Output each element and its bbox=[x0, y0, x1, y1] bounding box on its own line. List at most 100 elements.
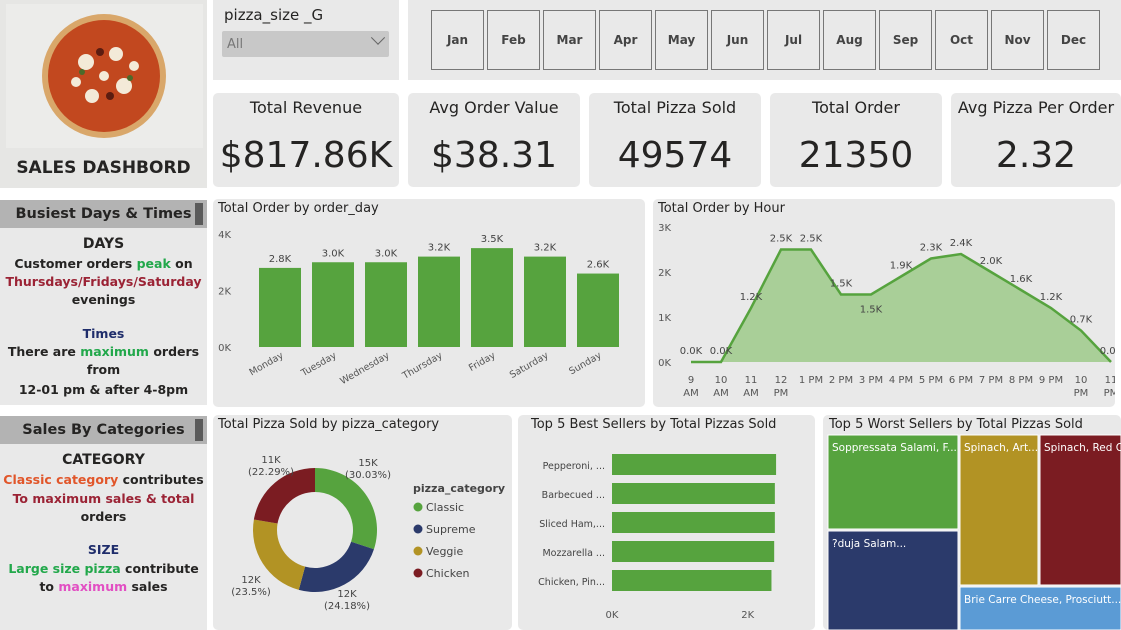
x-tick-label: Monday bbox=[248, 350, 286, 378]
chevron-down-icon bbox=[370, 30, 386, 45]
data-label: 2.3K bbox=[920, 243, 943, 254]
data-label: 0.7K bbox=[1070, 315, 1093, 326]
bar bbox=[612, 483, 775, 504]
area-chart-svg: 0K 1K 2K 3K 0.0K 0.0K 1.2K 2.5K 2.5K 1.5K 1.5K 1.9K… bbox=[658, 223, 1115, 399]
bar bbox=[365, 262, 407, 347]
y-tick-label: 0K bbox=[658, 358, 671, 369]
x-tick-label: 3 PM bbox=[859, 375, 883, 386]
month-button[interactable]: Oct bbox=[935, 10, 988, 70]
kpi-card-avg-pizza-per-order: Avg Pizza Per Order 2.32 bbox=[951, 93, 1121, 187]
donut-slice bbox=[253, 519, 306, 590]
data-label: 3.2K bbox=[534, 243, 557, 254]
x-tick-label: 2K bbox=[741, 610, 754, 621]
heading-accent bbox=[195, 419, 203, 441]
dashboard-title: SALES DASHBORD bbox=[16, 158, 191, 178]
times-line-2: from bbox=[86, 362, 121, 377]
bar bbox=[612, 512, 775, 533]
legend-item: Supreme bbox=[426, 523, 476, 536]
text-span: to bbox=[39, 579, 59, 594]
slice-label: (24.18%) bbox=[324, 601, 370, 612]
size-title: SIZE bbox=[87, 542, 120, 557]
x-tick-label: Tuesday bbox=[299, 350, 339, 380]
tile-label: Brie Carre Cheese, Prosciutt... bbox=[964, 594, 1121, 606]
x-tick-label: 9 PM bbox=[1039, 375, 1063, 386]
size-dropdown[interactable]: All bbox=[222, 30, 389, 57]
kpi-title: Avg Order Value bbox=[429, 98, 559, 117]
x-tick-label: 2 PM bbox=[829, 375, 853, 386]
days-line-2: Thursdays/Fridays/Saturday bbox=[5, 274, 202, 289]
x-tick-label: 10 bbox=[1075, 375, 1088, 386]
category-title: CATEGORY bbox=[62, 452, 145, 468]
x-tick-label: Wednesday bbox=[338, 350, 391, 387]
data-label: 2.4K bbox=[950, 238, 973, 249]
busiest-heading: Busiest Days & Times bbox=[0, 200, 207, 228]
x-tick-label: 1 PM bbox=[799, 375, 823, 386]
kpi-value: $38.31 bbox=[431, 135, 557, 176]
y-tick-label: 3K bbox=[658, 223, 671, 234]
month-button[interactable]: Aug bbox=[823, 10, 876, 70]
y-tick-label: 0K bbox=[218, 343, 231, 354]
x-tick-label: 0K bbox=[606, 610, 619, 621]
kpi-card-total-pizza-sold: Total Pizza Sold 49574 bbox=[589, 93, 761, 187]
x-tick-label: 6 PM bbox=[949, 375, 973, 386]
x-tick-label: AM bbox=[713, 388, 728, 399]
slice-label: (22.29%) bbox=[248, 467, 294, 478]
legend-marker bbox=[413, 502, 423, 512]
month-button[interactable]: Apr bbox=[599, 10, 652, 70]
categories-heading: Sales By Categories bbox=[0, 416, 207, 444]
data-label: 2.0K bbox=[980, 256, 1003, 267]
heading-accent bbox=[195, 203, 203, 225]
month-button[interactable]: Jun bbox=[711, 10, 764, 70]
times-line-3: 12-01 pm & after 4-8pm bbox=[18, 382, 189, 397]
slice-label: 11K bbox=[261, 455, 281, 466]
x-tick-label: 11 bbox=[1105, 375, 1115, 386]
data-label: 2.8K bbox=[269, 254, 292, 265]
month-button[interactable]: Jan bbox=[431, 10, 484, 70]
data-label: 0.0K bbox=[680, 346, 703, 357]
month-button[interactable]: Dec bbox=[1047, 10, 1100, 70]
x-tick-label: 9 bbox=[688, 375, 694, 386]
data-label: 1.9K bbox=[890, 261, 913, 272]
orders-by-hour-chart: Total Order by Hour 0K 1K 2K 3K 0.0K 0.0K 1.2K… bbox=[653, 199, 1115, 407]
kpi-card-total-order: Total Order 21350 bbox=[770, 93, 942, 187]
month-button[interactable]: Nov bbox=[991, 10, 1044, 70]
text-span: contributes bbox=[118, 472, 204, 487]
y-tick-label: 2K bbox=[658, 268, 671, 279]
size-line-2: to maximum sales bbox=[0, 578, 207, 596]
times-line-1: There are maximum orders bbox=[0, 343, 207, 361]
x-tick-label: 11 bbox=[745, 375, 758, 386]
treemap-tile bbox=[1039, 434, 1121, 586]
month-button[interactable]: May bbox=[655, 10, 708, 70]
month-button[interactable]: Feb bbox=[487, 10, 540, 70]
bar bbox=[612, 541, 775, 562]
treemap-tile bbox=[959, 434, 1039, 586]
month-button[interactable]: Sep bbox=[879, 10, 932, 70]
size-line-1: Large size pizza contribute bbox=[0, 560, 207, 578]
month-button[interactable]: Mar bbox=[543, 10, 596, 70]
data-label: 1.5K bbox=[830, 279, 853, 290]
tile-label: Soppressata Salami, F... bbox=[832, 442, 957, 454]
kpi-value: 21350 bbox=[798, 135, 914, 176]
kpi-card-avg-order-value: Avg Order Value $38.31 bbox=[408, 93, 580, 187]
days-title: DAYS bbox=[82, 236, 125, 252]
y-tick-label: Chicken, Pin... bbox=[538, 577, 605, 588]
data-label: 2.5K bbox=[770, 234, 793, 245]
tile-label: ?duja Salam... bbox=[832, 538, 906, 550]
text-span: There are bbox=[7, 344, 81, 359]
legend-title: pizza_category bbox=[413, 482, 505, 495]
data-label: 1.5K bbox=[860, 305, 883, 316]
bar bbox=[577, 273, 619, 347]
categories-heading-text: Sales By Categories bbox=[22, 422, 185, 438]
text-span: orders bbox=[148, 344, 200, 359]
y-tick-label: Pepperoni, ... bbox=[543, 461, 605, 472]
days-line-1: Customer orders peak on bbox=[0, 255, 207, 273]
kpi-value: $817.86K bbox=[219, 135, 393, 176]
data-label: 0.0K bbox=[1100, 346, 1115, 357]
y-tick-label: Mozzarella ... bbox=[542, 548, 605, 559]
x-tick-label: PM bbox=[774, 388, 789, 399]
text-span: contribute bbox=[120, 561, 199, 576]
kpi-title: Avg Pizza Per Order bbox=[957, 98, 1115, 117]
best-sellers-chart: Top 5 Best Sellers by Total Pizzas Sold … bbox=[518, 415, 815, 630]
month-button[interactable]: Jul bbox=[767, 10, 820, 70]
kpi-card-total-revenue: Total Revenue $817.86K bbox=[213, 93, 399, 187]
